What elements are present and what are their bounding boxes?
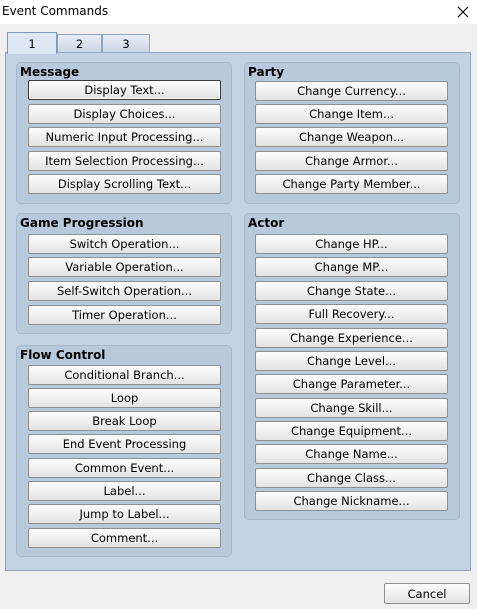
change-armor-button[interactable]: Change Armor... [255, 151, 448, 171]
loop-button[interactable]: Loop [28, 388, 221, 408]
change-mp-button[interactable]: Change MP... [255, 257, 448, 277]
tab-1[interactable]: 1 [7, 32, 57, 54]
common-event-button[interactable]: Common Event... [28, 458, 221, 478]
change-item-button[interactable]: Change Item... [255, 104, 448, 124]
switch-operation-button[interactable]: Switch Operation... [28, 234, 221, 254]
group-label-party: Party [248, 65, 285, 79]
change-weapon-button[interactable]: Change Weapon... [255, 127, 448, 147]
label-button[interactable]: Label... [28, 481, 221, 501]
timer-operation-button[interactable]: Timer Operation... [28, 305, 221, 325]
numeric-input-processing-button[interactable]: Numeric Input Processing... [28, 127, 221, 147]
item-selection-processing-button[interactable]: Item Selection Processing... [28, 151, 221, 171]
group-label-game-progression: Game Progression [20, 216, 144, 230]
group-label-actor: Actor [248, 216, 285, 230]
display-choices-button[interactable]: Display Choices... [28, 104, 221, 124]
comment-button[interactable]: Comment... [28, 528, 221, 548]
close-button[interactable] [452, 2, 474, 22]
change-level-button[interactable]: Change Level... [255, 351, 448, 371]
title-bar: Event Commands [0, 0, 477, 24]
change-equipment-button[interactable]: Change Equipment... [255, 421, 448, 441]
change-class-button[interactable]: Change Class... [255, 468, 448, 488]
change-parameter-button[interactable]: Change Parameter... [255, 374, 448, 394]
change-nickname-button[interactable]: Change Nickname... [255, 491, 448, 511]
display-text-button[interactable]: Display Text... [28, 80, 221, 100]
self-switch-operation-button[interactable]: Self-Switch Operation... [28, 281, 221, 301]
group-label-message: Message [20, 65, 80, 79]
change-currency-button[interactable]: Change Currency... [255, 81, 448, 101]
change-state-button[interactable]: Change State... [255, 281, 448, 301]
change-name-button[interactable]: Change Name... [255, 444, 448, 464]
tab-2[interactable]: 2 [57, 34, 102, 53]
jump-to-label-button[interactable]: Jump to Label... [28, 504, 221, 524]
change-party-member-button[interactable]: Change Party Member... [255, 174, 448, 194]
tab-bar: 1 2 3 [0, 24, 477, 54]
end-event-processing-button[interactable]: End Event Processing [28, 434, 221, 454]
display-scrolling-text-button[interactable]: Display Scrolling Text... [28, 174, 221, 194]
change-experience-button[interactable]: Change Experience... [255, 328, 448, 348]
cancel-button[interactable]: Cancel [384, 583, 470, 604]
change-hp-button[interactable]: Change HP... [255, 234, 448, 254]
group-label-flow-control: Flow Control [20, 348, 106, 362]
tab-3[interactable]: 3 [102, 34, 150, 53]
window-title: Event Commands [2, 4, 109, 18]
close-icon [457, 6, 469, 18]
variable-operation-button[interactable]: Variable Operation... [28, 257, 221, 277]
full-recovery-button[interactable]: Full Recovery... [255, 304, 448, 324]
conditional-branch-button[interactable]: Conditional Branch... [28, 365, 221, 385]
change-skill-button[interactable]: Change Skill... [255, 398, 448, 418]
break-loop-button[interactable]: Break Loop [28, 411, 221, 431]
